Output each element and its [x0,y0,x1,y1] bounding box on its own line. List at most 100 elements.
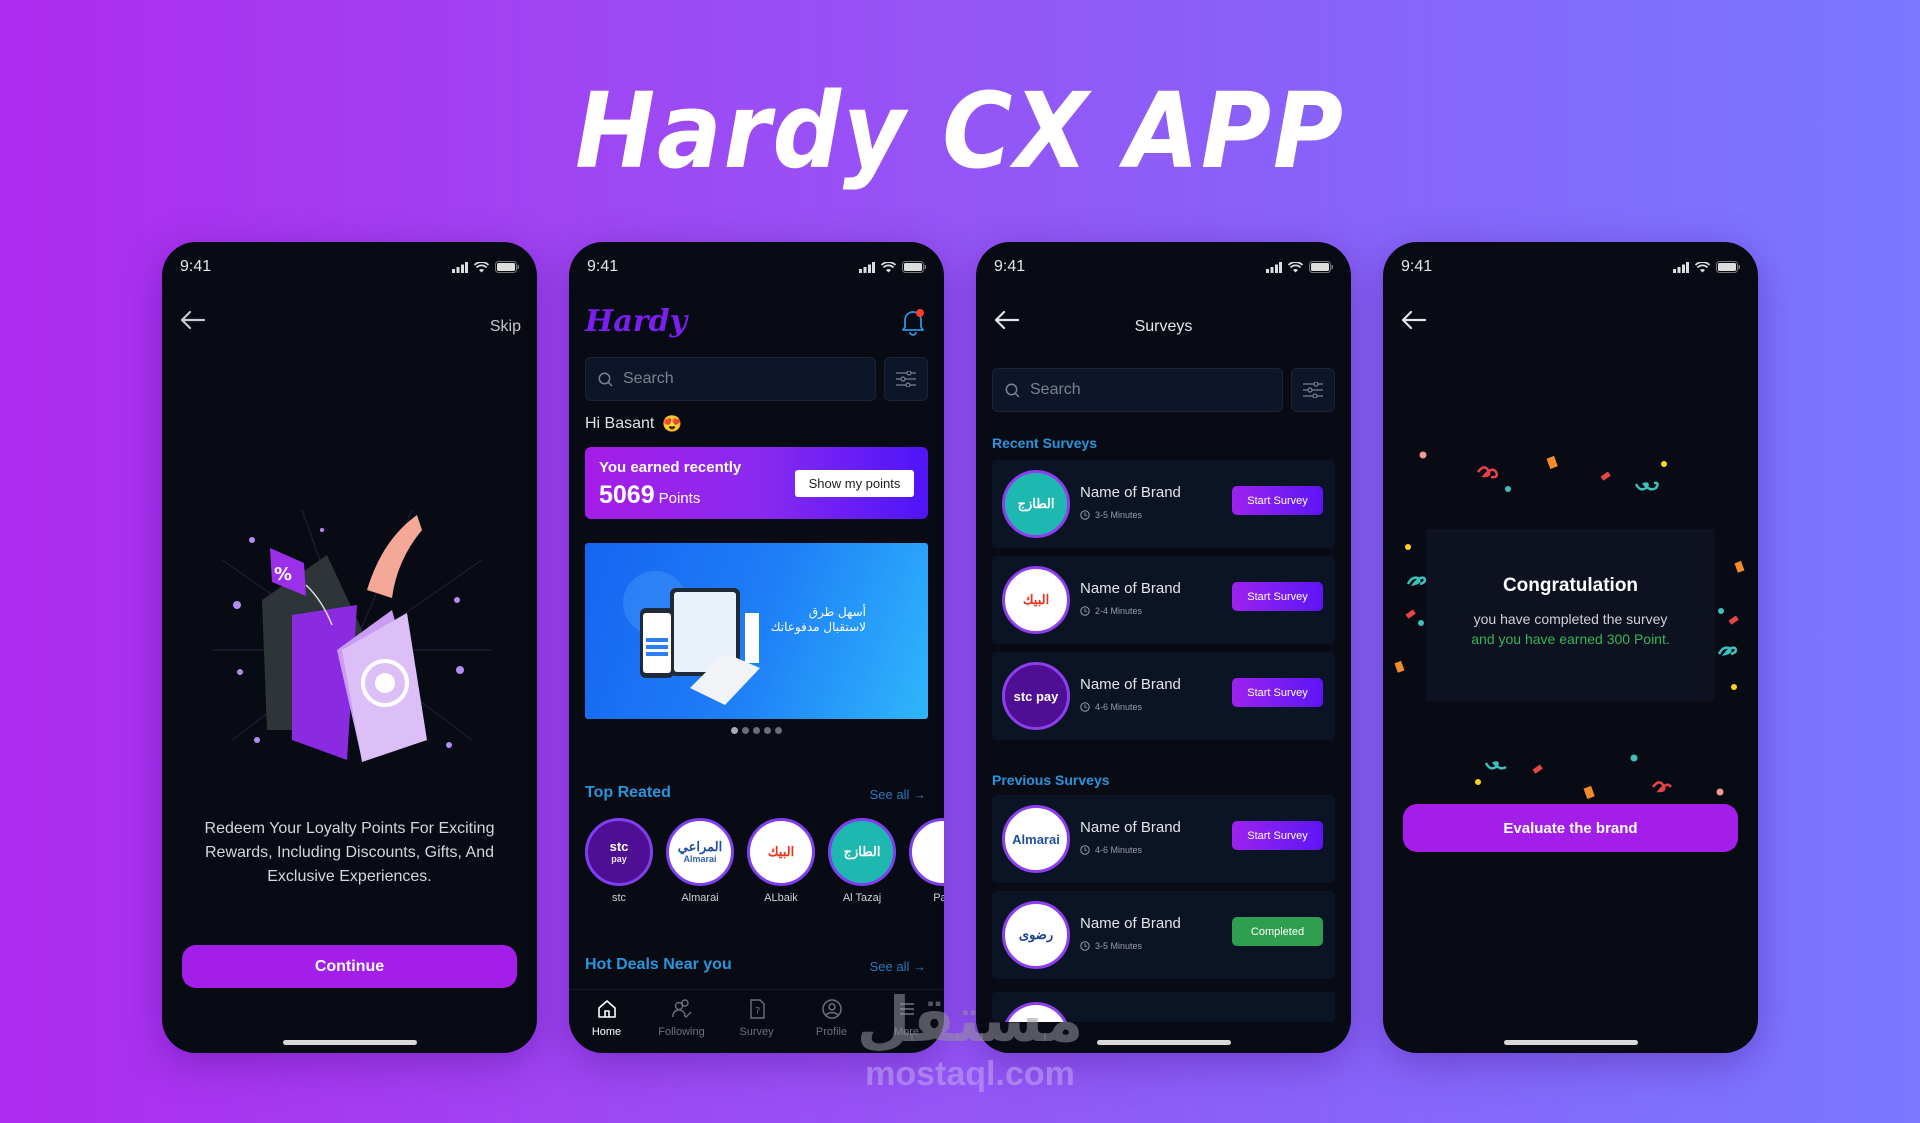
app-logo: Hardy [585,304,687,339]
top-rated-brands: stc pay stc المراعي Almarai Almarai البيك ALbai… [585,818,944,904]
search-placeholder: Search [623,370,674,387]
brand-item[interactable]: stc pay stc [585,818,653,904]
brand-name: stc [611,892,627,904]
search-input[interactable]: Search [585,357,876,401]
greeting: Hi Basant 😍 [585,414,682,434]
filter-button[interactable] [1291,368,1335,412]
brand-logo-text: البيك [767,844,795,859]
survey-duration: 4-6 Minutes [1080,702,1142,712]
banner-headline-line1: أسهل طرق [808,605,866,619]
top-rated-see-all[interactable]: See all → [870,787,926,802]
brand-logo-text: الطازج [843,844,881,859]
document-question-icon: ? [749,999,765,1019]
status-time: 9:41 [180,258,212,275]
status-time: 9:41 [587,258,619,275]
brand-name: Almarai [681,892,719,904]
filter-button[interactable] [884,357,928,401]
hot-deals-title: Hot Deals Near you [585,956,732,973]
signal-icon [859,261,875,273]
home-indicator [282,1040,417,1045]
carousel-dots [569,727,944,734]
search-input[interactable]: Search [992,368,1283,412]
evaluate-brand-button[interactable]: Evaluate the brand [1403,804,1738,852]
brand-logo: رضوى [1002,901,1070,969]
wifi-icon [881,261,896,272]
battery-icon [1716,261,1740,273]
greeting-text: Hi Basant [585,415,655,432]
previous-surveys-title: Previous Surveys [992,772,1110,788]
users-check-icon [671,999,691,1018]
show-my-points-button[interactable]: Show my points [795,470,914,497]
points-value-row: 5069 Points [599,481,700,510]
continue-button[interactable]: Continue [182,945,517,988]
back-arrow-icon[interactable] [1401,310,1427,330]
brand-logo: stc pay [585,818,653,886]
heart-eyes-emoji: 😍 [662,416,683,433]
brand-item[interactable]: الطازج Al Tazaj [828,818,896,904]
clock-icon [1080,510,1090,520]
screen-title: Surveys [1134,318,1193,335]
clock-icon [1080,606,1090,616]
status-time: 9:41 [1401,258,1433,275]
watermark: مستقل mostaql.com [840,985,1100,1094]
survey-card[interactable]: stc pay Name of Brand 4-6 Minutes Start Sur… [992,652,1335,740]
brand-logo-subtext: Almarai [683,854,717,864]
banner-headline: أسهل طرق لاستقبال مدفوعاتك [771,605,866,635]
brand-name: Pan [933,892,944,904]
survey-duration: 4-6 Minutes [1080,845,1142,855]
congratulation-card: Congratulation you have completed the su… [1426,529,1715,701]
wifi-icon [474,261,489,272]
carousel-dot[interactable] [753,727,760,734]
brand-name: ALbaik [764,892,798,904]
brand-logo-text: stc pay [1013,688,1059,704]
top-rated-title: Top Reated [585,784,671,801]
battery-icon [1309,261,1333,273]
battery-icon [495,261,519,273]
survey-card[interactable]: Almarai Name of Brand 4-6 Minutes Start Sur… [992,795,1335,883]
brand-logo: البيك [747,818,815,886]
promo-banner[interactable]: أسهل طرق لاستقبال مدفوعاتك [585,543,928,719]
notification-bell-icon[interactable] [900,308,926,336]
start-survey-button[interactable]: Start Survey [1232,821,1323,850]
clock-icon [1080,845,1090,855]
points-card: You earned recently 5069 Points Show my p… [585,447,928,519]
tab-following[interactable]: Following [652,998,712,1053]
brand-item[interactable]: المراعي Almarai Almarai [666,818,734,904]
points-value: 5069 [599,481,655,509]
brand-logo: stc pay [1002,662,1070,730]
start-survey-button[interactable]: Start Survey [1232,582,1323,611]
home-icon [597,1000,616,1018]
survey-card[interactable]: الطازج Name of Brand 3-5 Minutes Start Surv… [992,460,1335,548]
carousel-dot[interactable] [775,727,782,734]
tab-survey[interactable]: ? Survey [727,998,787,1053]
status-time: 9:41 [994,258,1026,275]
back-arrow-icon[interactable] [180,310,206,330]
brand-logo-text: المراعي [677,839,723,854]
brand-logo-text: stc [609,839,629,854]
brand-item[interactable]: Pan [909,818,944,904]
brand-logo-text: الطازج [1017,496,1055,511]
brand-item[interactable]: البيك ALbaik [747,818,815,904]
duration-text: 4-6 Minutes [1095,845,1143,855]
start-survey-button[interactable]: Start Survey [1232,678,1323,707]
signal-icon [452,261,468,273]
survey-duration: 3-5 Minutes [1080,510,1142,520]
skip-button[interactable]: Skip [490,318,521,336]
phone-congratulations: 9:41 Congratulation you have completed t… [1383,242,1758,1053]
signal-icon [1266,261,1282,273]
survey-brand-name: Name of Brand [1080,819,1181,836]
see-all-label: See all [869,787,910,802]
survey-card[interactable]: البيك Name of Brand 2-4 Minutes Start Surve… [992,556,1335,644]
duration-text: 3-5 Minutes [1095,941,1143,951]
banner-headline-line2: لاستقبال مدفوعاتك [770,620,866,634]
start-survey-button[interactable]: Start Survey [1232,486,1323,515]
carousel-dot[interactable] [731,727,738,734]
carousel-dot[interactable] [764,727,771,734]
hot-deals-see-all[interactable]: See all → [870,959,926,974]
sliders-icon [1303,382,1323,398]
tab-home[interactable]: Home [577,998,637,1053]
battery-icon [902,261,926,273]
carousel-dot[interactable] [742,727,749,734]
brand-logo: الطازج [1002,470,1070,538]
survey-card[interactable]: رضوى Name of Brand 3-5 Minutes Completed [992,891,1335,979]
